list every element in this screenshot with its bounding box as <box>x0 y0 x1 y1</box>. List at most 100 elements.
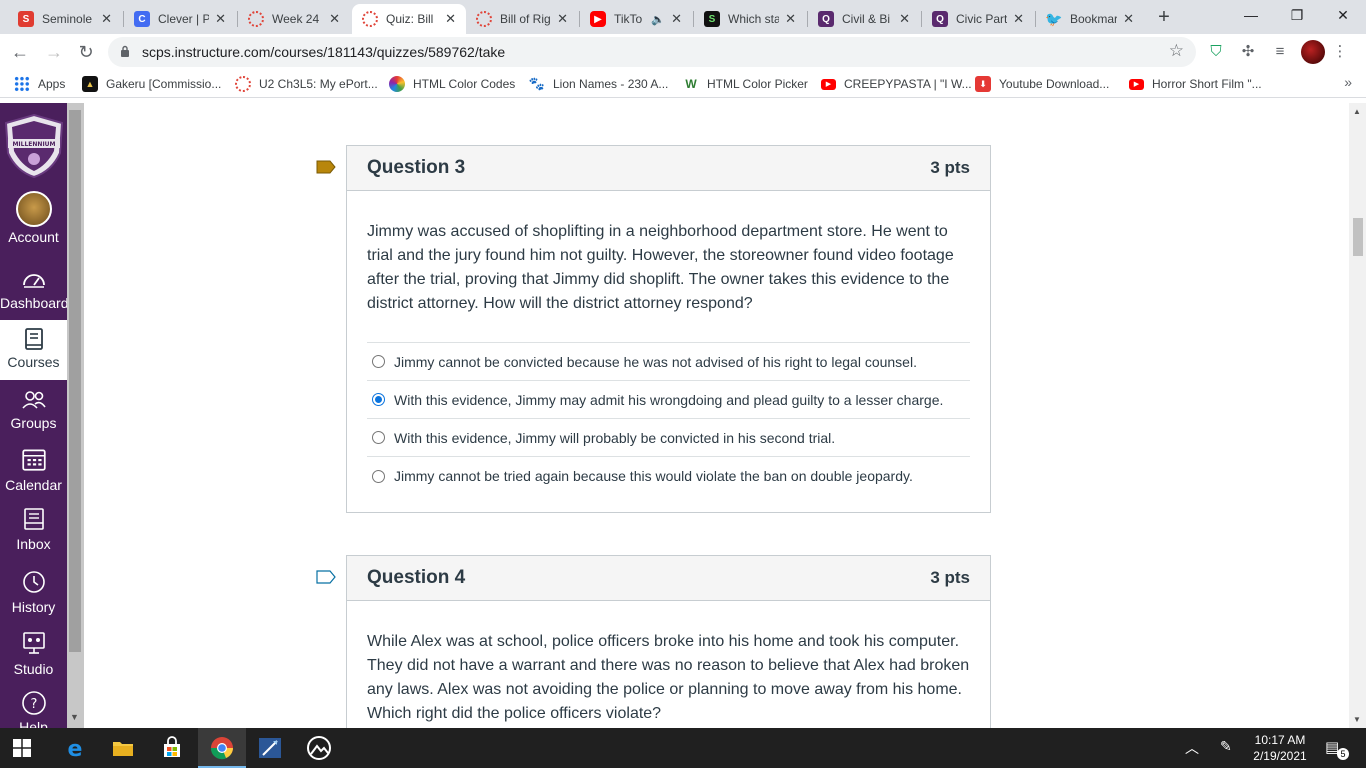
more-bookmarks-icon[interactable]: » <box>1344 74 1352 90</box>
menu-dots-icon[interactable]: ⋮ <box>1330 42 1350 62</box>
answer-radio[interactable] <box>372 355 385 368</box>
browser-tab[interactable]: Bill of Rig ✕ <box>466 4 578 34</box>
answer-radio[interactable] <box>372 469 385 483</box>
tab-title: Civil & Bi <box>842 12 891 26</box>
browser-tab[interactable]: C Clever | P ✕ <box>124 4 236 34</box>
nav-dashboard[interactable]: Dashboard <box>0 267 67 327</box>
address-bar[interactable]: scps.instructure.com/courses/181143/quiz… <box>108 37 1196 67</box>
windows-start-icon[interactable] <box>13 739 31 757</box>
nav-history[interactable]: History <box>0 567 67 627</box>
browser-tab[interactable]: Q Civil & Bi ✕ <box>808 4 920 34</box>
browser-tab[interactable]: S Which sta ✕ <box>694 4 806 34</box>
school-logo[interactable]: MILLENNIUM <box>2 113 66 179</box>
new-tab-button[interactable]: + <box>1152 6 1176 30</box>
browser-tab[interactable]: Week 24 ✕ <box>238 4 350 34</box>
close-tab-icon[interactable]: ✕ <box>899 11 910 27</box>
question-header: Question 3 3 pts <box>347 146 990 191</box>
scroll-up-arrow-icon[interactable]: ▲ <box>1353 107 1361 116</box>
speaker-icon[interactable]: 🔈 <box>651 13 665 26</box>
bookmark-item[interactable]: ▶ Horror Short Film "... <box>1129 75 1262 93</box>
bookmark-item[interactable]: ▲ Gakeru [Commissio... <box>82 75 221 93</box>
answer-option[interactable]: With this evidence, Jimmy will probably … <box>367 419 970 457</box>
close-tab-icon[interactable]: ✕ <box>1013 11 1024 27</box>
browser-tab[interactable]: S Seminole ✕ <box>8 4 122 34</box>
close-tab-icon[interactable]: ✕ <box>101 11 112 27</box>
show-hidden-icons-icon[interactable]: ︿ <box>1185 738 1199 758</box>
nav-label: Dashboard <box>0 295 67 311</box>
bookmarks-bar: Apps ▲ Gakeru [Commissio... U2 Ch3L5: My… <box>0 70 1366 98</box>
bookmark-item[interactable]: ⬇ Youtube Download... <box>975 75 1109 93</box>
nav-groups[interactable]: Groups <box>0 387 67 447</box>
nav-inbox[interactable]: Inbox <box>0 504 67 564</box>
flag-question-icon[interactable] <box>316 570 336 584</box>
notification-count: 5 <box>1337 748 1349 760</box>
bookmark-item[interactable]: W HTML Color Picker <box>683 75 808 93</box>
bookmark-item[interactable]: 🐾 Lion Names - 230 A... <box>529 75 669 93</box>
nav-courses[interactable]: Courses <box>0 320 67 380</box>
bookmark-label: Horror Short Film "... <box>1152 77 1262 91</box>
media-control-icon[interactable]: ≡ <box>1270 42 1290 62</box>
close-tab-icon[interactable]: ✕ <box>215 11 226 27</box>
paint-app-icon[interactable] <box>258 736 282 760</box>
close-tab-icon[interactable]: ✕ <box>1123 11 1134 27</box>
inbox-icon <box>23 508 44 530</box>
nav-calendar[interactable]: Calendar <box>0 443 67 503</box>
nav-scrollbar-thumb[interactable] <box>69 110 81 652</box>
courses-book-icon <box>24 328 43 350</box>
profile-avatar[interactable] <box>1301 40 1325 64</box>
youtube-favicon-icon: ▶ <box>590 11 606 27</box>
bookmark-item[interactable]: U2 Ch3L5: My ePort... <box>235 75 378 93</box>
taskbar-clock[interactable]: 10:17 AM 2/19/2021 <box>1250 732 1310 764</box>
reload-button[interactable]: ↻ <box>74 40 98 64</box>
close-tab-icon[interactable]: ✕ <box>557 11 568 27</box>
browser-tab[interactable]: Q Civic Part ✕ <box>922 4 1034 34</box>
flag-question-icon[interactable] <box>316 160 336 174</box>
close-tab-icon[interactable]: ✕ <box>785 11 796 27</box>
pen-workspace-icon[interactable]: ✎ <box>1220 738 1232 755</box>
answer-label: With this evidence, Jimmy may admit his … <box>394 391 944 408</box>
answer-option[interactable]: Jimmy cannot be tried again because this… <box>367 457 970 495</box>
restore-button[interactable]: ❐ <box>1274 0 1320 32</box>
store-icon[interactable] <box>160 736 184 760</box>
tab-title: Week 24 <box>272 12 320 26</box>
chrome-icon[interactable] <box>210 736 234 760</box>
scroll-down-arrow-icon[interactable]: ▼ <box>1353 715 1361 724</box>
browser-tab[interactable]: 🐦 Bookmar ✕ <box>1036 4 1144 34</box>
nav-account[interactable]: Account <box>0 191 67 251</box>
twitter-favicon-icon: 🐦 <box>1045 10 1063 27</box>
edge-browser-icon[interactable]: e <box>63 736 87 760</box>
bookmark-star-icon[interactable]: ☆ <box>1169 41 1184 61</box>
close-window-button[interactable]: ✕ <box>1320 0 1366 32</box>
browser-tab[interactable]: ▶ TikTo 🔈 ✕ <box>580 4 692 34</box>
answer-option[interactable]: Jimmy cannot be convicted because he was… <box>367 343 970 381</box>
shield-extension-icon[interactable]: ⛉ <box>1206 42 1226 62</box>
page-scrollbar-thumb[interactable] <box>1353 218 1363 256</box>
scroll-down-arrow-icon[interactable]: ▼ <box>70 712 79 722</box>
answer-option-selected[interactable]: With this evidence, Jimmy may admit his … <box>367 381 970 419</box>
file-explorer-icon[interactable] <box>111 736 135 760</box>
nav-studio[interactable]: Studio <box>0 627 67 687</box>
history-clock-icon <box>22 571 45 593</box>
clock-date: 2/19/2021 <box>1253 749 1307 763</box>
answer-list: Jimmy cannot be convicted because he was… <box>367 342 970 495</box>
forward-button[interactable]: → <box>42 40 66 64</box>
photos-app-icon[interactable] <box>307 736 331 760</box>
close-tab-icon[interactable]: ✕ <box>445 11 456 27</box>
nav-label: Account <box>8 229 59 245</box>
nav-help[interactable]: ? Help <box>0 689 67 728</box>
answer-radio[interactable] <box>372 393 385 406</box>
browser-tab-active[interactable]: Quiz: Bill ✕ <box>352 4 466 34</box>
bookmark-item[interactable]: HTML Color Codes <box>389 75 515 93</box>
tab-title: Quiz: Bill <box>386 12 434 26</box>
studio-icon <box>22 632 45 654</box>
puzzle-extensions-icon[interactable]: ✣ <box>1238 42 1258 62</box>
bookmark-apps[interactable]: Apps <box>14 75 65 93</box>
answer-radio[interactable] <box>372 431 385 444</box>
close-tab-icon[interactable]: ✕ <box>671 11 682 27</box>
back-button[interactable]: ← <box>8 40 32 64</box>
close-tab-icon[interactable]: ✕ <box>329 11 340 27</box>
windows-taskbar: e ︿ ✎ 10:17 AM 2/19/2021 ▤ 5 <box>0 728 1366 768</box>
bookmark-item[interactable]: ▶ CREEPYPASTA | "I W... <box>821 75 972 93</box>
minimize-button[interactable]: — <box>1228 0 1274 32</box>
page-scrollbar[interactable]: ▲ ▼ <box>1349 103 1366 728</box>
